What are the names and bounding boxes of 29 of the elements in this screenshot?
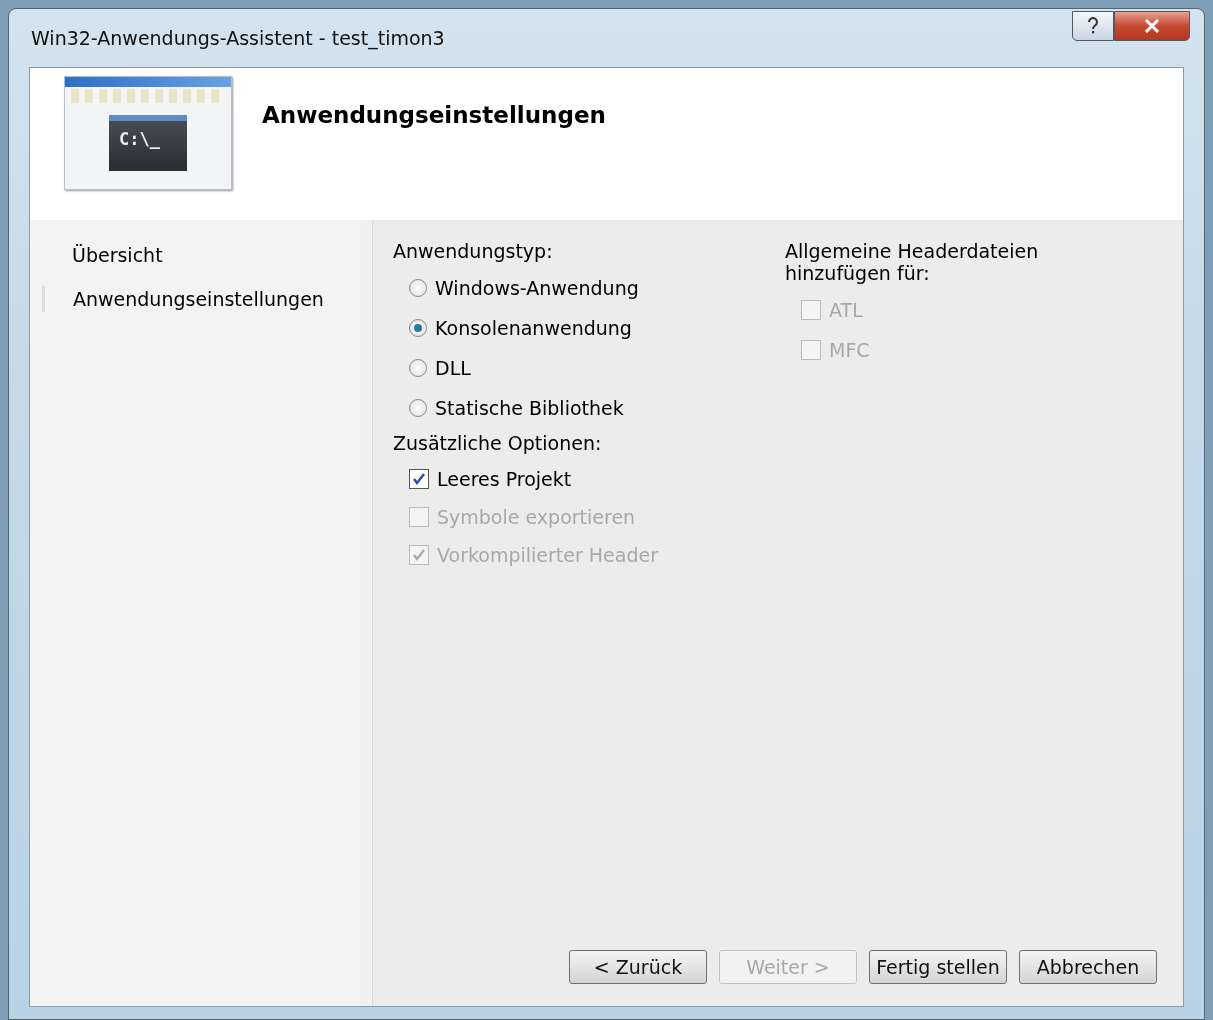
sidebar-item[interactable]: Anwendungseinstellungen <box>42 286 336 312</box>
option-label: Vorkompilierter Header <box>437 544 658 566</box>
option-label: Konsolenanwendung <box>435 317 632 339</box>
window-title: Win32-Anwendungs-Assistent - test_timon3 <box>31 27 445 49</box>
radio-button[interactable] <box>409 399 427 417</box>
option-label: MFC <box>829 339 870 361</box>
help-button[interactable] <box>1072 11 1114 41</box>
option-label: Leeres Projekt <box>437 468 572 490</box>
option-label: Windows-Anwendung <box>435 277 639 299</box>
group-label: Allgemeine Headerdateien hinzufügen für: <box>785 240 1040 284</box>
wizard-button[interactable]: Fertig stellen <box>869 950 1007 984</box>
radio-button[interactable] <box>409 279 427 297</box>
option-label: Statische Bibliothek <box>435 397 624 419</box>
group-label: Zusätzliche Optionen: <box>393 432 602 454</box>
close-button[interactable] <box>1114 11 1190 41</box>
page-heading: Anwendungseinstellungen <box>262 102 606 128</box>
help-icon <box>1086 17 1100 35</box>
sidebar-item[interactable]: Übersicht <box>42 242 175 268</box>
wizard-button[interactable]: < Zurück <box>569 950 707 984</box>
radio-button[interactable] <box>409 359 427 377</box>
checkbox[interactable] <box>409 469 429 489</box>
option-label: DLL <box>435 357 471 379</box>
option-label: ATL <box>829 299 863 321</box>
console-application-drawing: C:\_ <box>64 76 232 190</box>
radio-button[interactable] <box>409 319 427 337</box>
close-icon <box>1144 19 1160 33</box>
option-label: Symbole exportieren <box>437 506 636 528</box>
group-label: Anwendungstyp: <box>393 240 553 262</box>
wizard-button[interactable]: Abbrechen <box>1019 950 1157 984</box>
